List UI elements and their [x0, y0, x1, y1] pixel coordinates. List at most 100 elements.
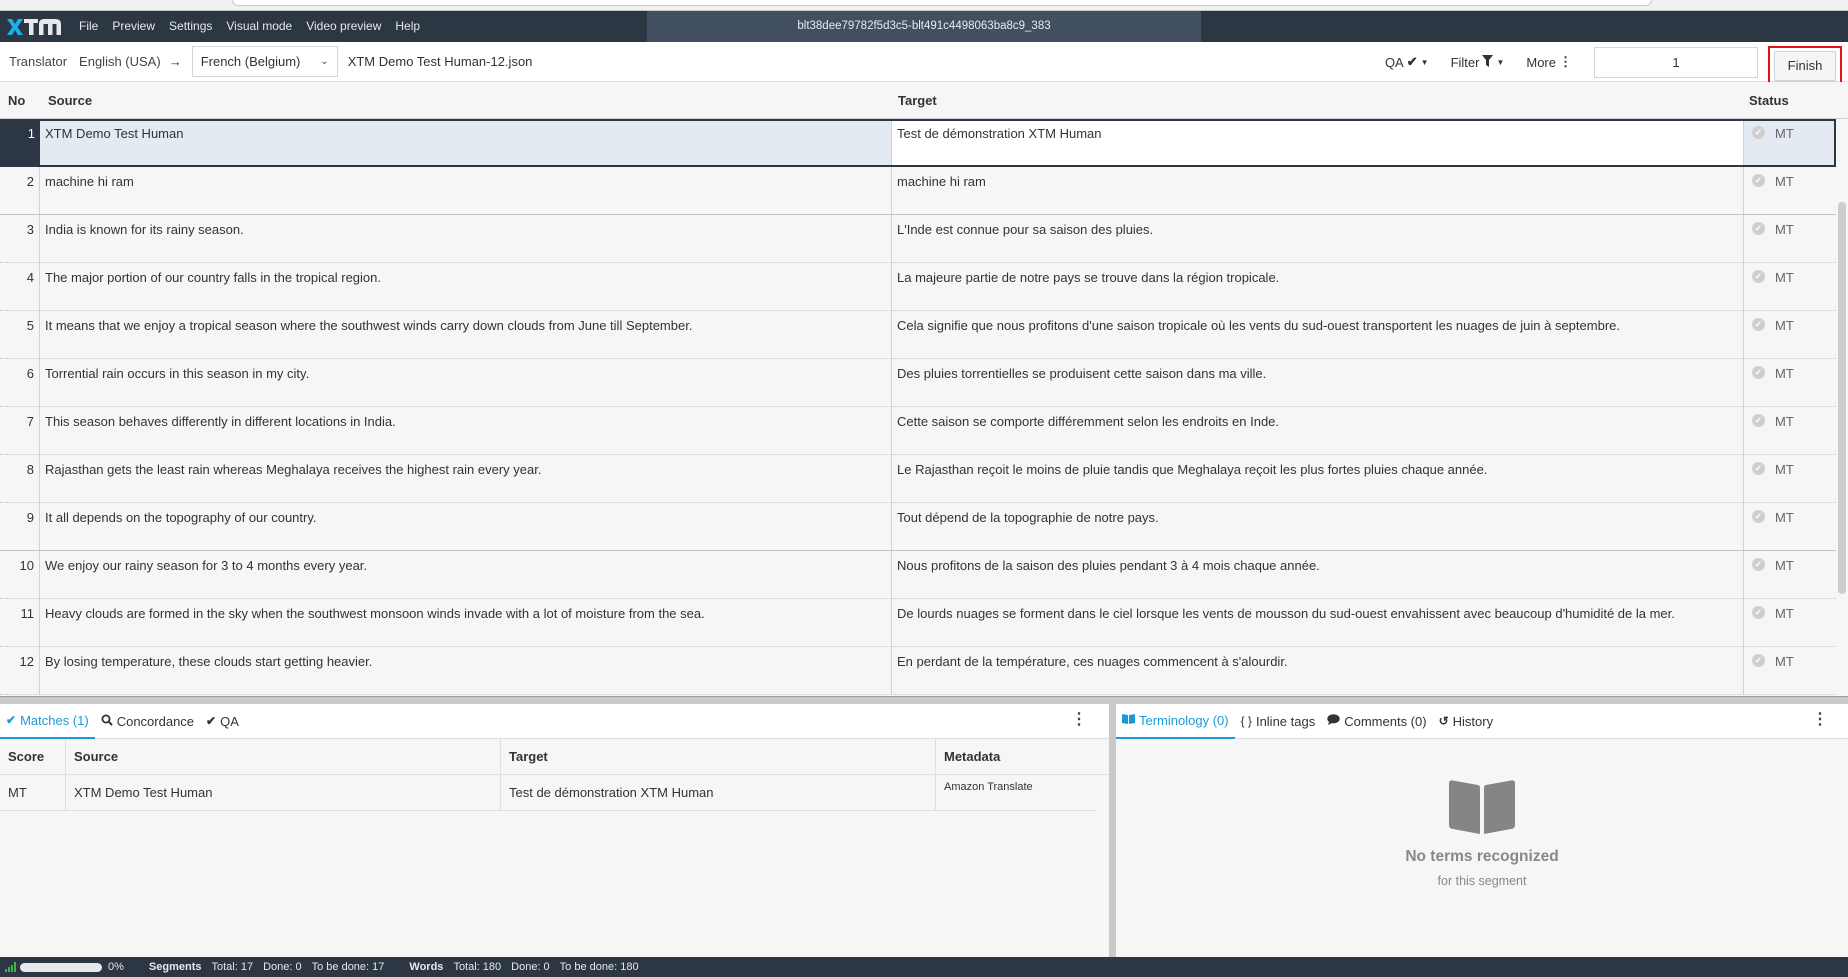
status-check-icon[interactable]: ✓ — [1752, 318, 1765, 331]
filter-icon — [1482, 54, 1494, 70]
grid-scrollbar[interactable] — [1838, 202, 1846, 594]
segment-status: ✓ MT — [1744, 263, 1836, 310]
book-icon — [1122, 713, 1135, 727]
segment-target[interactable]: Test de démonstration XTM Human — [892, 119, 1744, 166]
segment-source: It all depends on the topography of our … — [40, 503, 892, 550]
segment-row[interactable]: 7 This season behaves differently in diff… — [0, 407, 1836, 455]
segment-row[interactable]: 2 machine hi ram machine hi ram ✓ MT — [0, 167, 1836, 215]
status-check-icon[interactable]: ✓ — [1752, 366, 1765, 379]
match-source: XTM Demo Test Human — [66, 775, 501, 810]
segment-target[interactable]: Nous profitons de la saison des pluies p… — [892, 551, 1744, 598]
tab-inline-tags[interactable]: { } Inline tags — [1235, 704, 1322, 739]
tab-comments[interactable]: Comments (0) — [1321, 704, 1432, 739]
status-check-icon[interactable]: ✓ — [1752, 606, 1765, 619]
tab-qa[interactable]: ✔ QA — [200, 704, 245, 739]
status-check-icon[interactable]: ✓ — [1752, 222, 1765, 235]
segment-row[interactable]: 12 By losing temperature, these clouds st… — [0, 647, 1836, 695]
browser-strip — [0, 0, 1848, 11]
segment-number: 6 — [0, 359, 40, 406]
status-label: MT — [1775, 558, 1794, 573]
segment-target[interactable]: Des pluies torrentielles se produisent c… — [892, 359, 1744, 406]
tab-history-label: History — [1452, 713, 1494, 729]
status-check-icon[interactable]: ✓ — [1752, 558, 1765, 571]
segment-source: Torrential rain occurs in this season in… — [40, 359, 892, 406]
menu-video-preview[interactable]: Video preview — [299, 11, 388, 42]
match-row[interactable]: MT XTM Demo Test Human Test de démonstra… — [0, 775, 1096, 811]
segment-row[interactable]: 11 Heavy clouds are formed in the sky whe… — [0, 599, 1836, 647]
menu-settings[interactable]: Settings — [162, 11, 219, 42]
matches-table: Score Source Target Metadata MT XTM Demo… — [0, 739, 1109, 811]
segment-source: By losing temperature, these clouds star… — [40, 647, 892, 694]
segment-number: 10 — [0, 551, 40, 598]
tab-history[interactable]: ↺ History — [1433, 704, 1500, 739]
segment-row[interactable]: 5 It means that we enjoy a tropical seaso… — [0, 311, 1836, 359]
editor-toolbar: Translator English (USA) → French (Belgi… — [0, 42, 1848, 87]
segment-source: Rajasthan gets the least rain whereas Me… — [40, 455, 892, 502]
check-icon: ✔ — [6, 713, 17, 727]
tab-matches-label: Matches (1) — [20, 712, 89, 728]
terminology-panel-menu-icon[interactable]: ⋮ — [1812, 712, 1828, 728]
words-label: Words — [409, 961, 444, 973]
menu-visual-mode[interactable]: Visual mode — [219, 11, 299, 42]
segment-target[interactable]: Cela signifie que nous profitons d'une s… — [892, 311, 1744, 358]
segment-number: 8 — [0, 455, 40, 502]
progress-percent: 0% — [108, 961, 124, 973]
segment-target[interactable]: La majeure partie de notre pays se trouv… — [892, 263, 1744, 310]
vertical-splitter[interactable] — [1109, 700, 1116, 957]
segment-status: ✓ MT — [1744, 119, 1836, 166]
more-menu-button[interactable]: More ⋮ — [1526, 54, 1572, 70]
segment-number: 1 — [0, 119, 40, 166]
segment-status: ✓ MT — [1744, 551, 1836, 598]
segment-target[interactable]: De lourds nuages se forment dans le ciel… — [892, 599, 1744, 646]
caret-down-icon: ▼ — [1496, 57, 1505, 67]
status-check-icon[interactable]: ✓ — [1752, 270, 1765, 283]
segment-target[interactable]: machine hi ram — [892, 167, 1744, 214]
segment-target[interactable]: Le Rajasthan reçoit le moins de pluie ta… — [892, 455, 1744, 502]
segment-number-input[interactable] — [1594, 46, 1758, 78]
segment-row[interactable]: 9 It all depends on the topography of our… — [0, 503, 1836, 551]
segment-row[interactable]: 6 Torrential rain occurs in this season i… — [0, 359, 1836, 407]
status-check-icon[interactable]: ✓ — [1752, 174, 1765, 187]
segment-target[interactable]: Tout dépend de la topographie de notre p… — [892, 503, 1744, 550]
segment-source: Heavy clouds are formed in the sky when … — [40, 599, 892, 646]
menu-preview[interactable]: Preview — [105, 11, 162, 42]
segment-target[interactable]: En perdant de la température, ces nuages… — [892, 647, 1744, 694]
browser-url-bar[interactable] — [232, 0, 1652, 6]
status-check-icon[interactable]: ✓ — [1752, 126, 1765, 139]
tab-comments-label: Comments (0) — [1344, 713, 1427, 729]
braces-icon: { } — [1240, 714, 1252, 728]
match-target: Test de démonstration XTM Human — [501, 775, 936, 810]
segment-row[interactable]: 10 We enjoy our rainy season for 3 to 4 m… — [0, 551, 1836, 599]
segment-target[interactable]: Cette saison se comporte différemment se… — [892, 407, 1744, 454]
tab-concordance[interactable]: Concordance — [95, 704, 200, 739]
words-total: Total: 180 — [453, 961, 502, 973]
status-check-icon[interactable]: ✓ — [1752, 510, 1765, 523]
filter-label: Filter — [1450, 54, 1480, 70]
horizontal-splitter[interactable] — [0, 696, 1848, 704]
kebab-icon: ⋮ — [1559, 54, 1572, 69]
segment-number: 4 — [0, 263, 40, 310]
status-check-icon[interactable]: ✓ — [1752, 414, 1765, 427]
matches-panel-menu-icon[interactable]: ⋮ — [1071, 712, 1087, 728]
target-language-select[interactable]: French (Belgium) ⌄ — [191, 46, 338, 77]
menu-file[interactable]: File — [72, 11, 105, 42]
tab-terminology[interactable]: Terminology (0) — [1116, 704, 1235, 739]
segment-row[interactable]: 1 XTM Demo Test Human Test de démonstratio… — [0, 119, 1836, 167]
tab-matches[interactable]: ✔ Matches (1) — [0, 704, 95, 739]
segment-target[interactable]: L'Inde est connue pour sa saison des plu… — [892, 215, 1744, 262]
segment-number: 2 — [0, 167, 40, 214]
segment-number: 9 — [0, 503, 40, 550]
qa-dropdown-button[interactable]: QA ✔ ▼ — [1385, 54, 1429, 70]
history-icon: ↺ — [1438, 714, 1449, 728]
status-check-icon[interactable]: ✓ — [1752, 462, 1765, 475]
segment-row[interactable]: 3 India is known for its rainy season. L'I… — [0, 215, 1836, 263]
segment-source: machine hi ram — [40, 167, 892, 214]
segment-row[interactable]: 4 The major portion of our country falls … — [0, 263, 1836, 311]
finish-button[interactable]: Finish — [1774, 50, 1836, 81]
filter-dropdown-button[interactable]: Filter ▼ — [1450, 54, 1505, 70]
status-check-icon[interactable]: ✓ — [1752, 654, 1765, 667]
segment-row[interactable]: 8 Rajasthan gets the least rain whereas M… — [0, 455, 1836, 503]
menu-help[interactable]: Help — [388, 11, 427, 42]
status-label: MT — [1775, 270, 1794, 285]
tab-qa-label: QA — [220, 713, 239, 729]
